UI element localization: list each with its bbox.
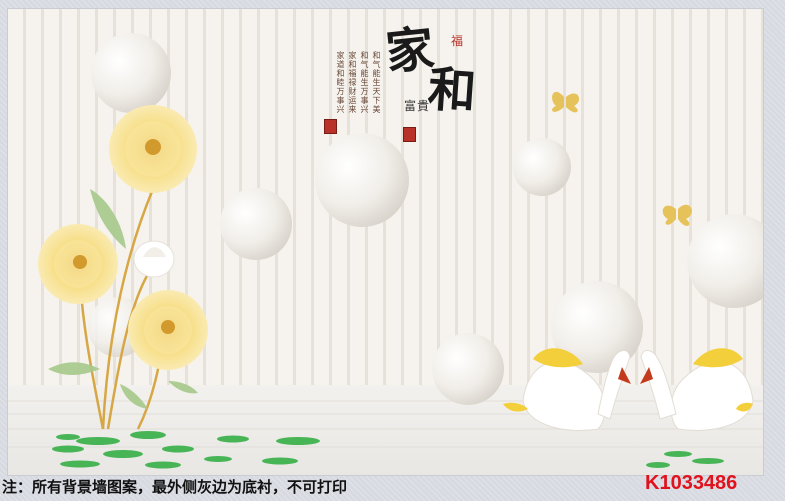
poem-column: 和气能生天下美 [372,51,381,114]
product-code: K1033486 [645,472,738,494]
fu-seal-text: 福 [451,34,464,48]
sphere [513,138,571,196]
sphere [220,188,292,260]
calligraphy-he: 和 [426,61,478,121]
flower-peony-top [109,105,197,193]
poem-column: 家和福禄财运来 [348,51,357,114]
red-seal-stamp [324,119,337,134]
fugui-text: 富貴 [404,99,431,113]
mural-artwork: 家 和 福 富貴 和气能生天下美 和气能生万事兴 家和福禄财运来 家道和睦万事兴 [8,9,763,475]
water-surface [8,385,763,475]
sphere [432,333,504,405]
red-seal-stamp [403,127,416,142]
flower-peony-bottom [128,290,208,370]
poem-column: 家道和睦万事兴 [336,51,345,114]
sphere [91,33,171,113]
sphere [315,133,409,227]
poem-column: 和气能生万事兴 [360,51,369,114]
mural-scene [8,9,763,475]
lotus-bud [133,240,175,278]
flower-peony-left [38,224,118,304]
footer-note: 注：所有背景墙图案，最外侧灰边为底衬，不可打印 [2,478,348,496]
